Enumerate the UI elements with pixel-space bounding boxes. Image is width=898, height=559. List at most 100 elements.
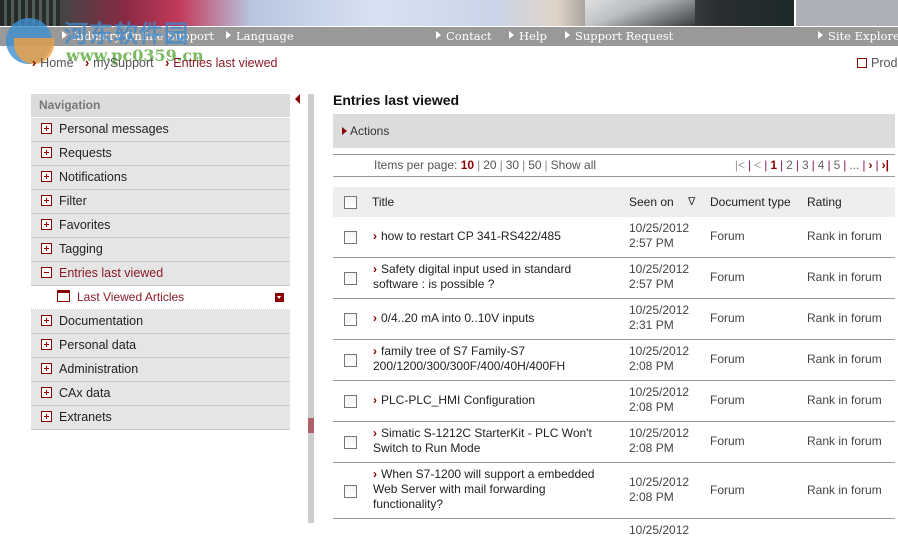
items-per-page-10[interactable]: 10 [461,158,474,172]
sidebar-item-tagging[interactable]: Tagging [31,238,290,262]
actions-label: Actions [350,124,390,138]
table-row: › family tree of S7 Family-S7 200/1200/30… [333,340,895,381]
nav-language[interactable]: Language [226,29,294,43]
page-4[interactable]: 4 [818,158,825,172]
nav-support-request[interactable]: Support Request [565,29,673,43]
sidebar-item-entries-last-viewed[interactable]: Entries last viewed [31,262,290,286]
items-per-page-30[interactable]: 30 [506,158,519,172]
sidebar-item-label: Extranets [59,410,112,424]
nav-help[interactable]: Help [509,29,547,43]
expand-plus-icon [41,315,52,326]
sidebar-item-extranets[interactable]: Extranets [31,406,290,430]
row-rating[interactable]: Rank in forum [807,483,882,497]
page-5[interactable]: 5 [834,158,841,172]
banner-laptop-image [585,0,695,26]
sidebar-item-favorites[interactable]: Favorites [31,214,290,238]
sidebar-item-cax-data[interactable]: CAx data [31,382,290,406]
expand-plus-icon [41,219,52,230]
sort-descending-icon[interactable]: ∇ [688,187,695,217]
sidebar-subitem-last-viewed-articles[interactable]: Last Viewed Articles [31,286,290,310]
column-title[interactable]: Title [372,187,394,217]
pager-bar: Items per page: 10 | 20 | 30 | 50 | Show all |< |… [333,154,895,177]
sidebar-item-personal-messages[interactable]: Personal messages [31,118,290,142]
table-row: › how to restart CP 341-RS422/485 10/25/20… [333,217,895,258]
page-1[interactable]: 1 [770,158,777,172]
breadcrumb-current: › Entries last viewed [165,56,277,70]
breadcrumb-label: Home [40,56,74,70]
page-more[interactable]: ... [849,158,859,172]
triangle-right-icon [226,31,231,39]
row-checkbox[interactable] [344,485,357,498]
column-rating[interactable]: Rating [807,187,842,217]
page-3[interactable]: 3 [802,158,809,172]
row-rating[interactable]: Rank in forum [807,270,882,284]
nav-label: Help [519,29,547,43]
vertical-scrollbar[interactable] [308,94,314,523]
items-per-page-50[interactable]: 50 [528,158,541,172]
row-time: 2:08 PM [629,441,674,455]
prev-page-icon[interactable]: < [754,158,761,172]
row-seen-on: 10/25/2012 2:08 PM [629,475,689,505]
actions-toggle[interactable]: Actions [333,114,895,148]
row-checkbox[interactable] [344,231,357,244]
chevron-right-icon: › [373,262,377,276]
row-document-type: Forum [710,311,745,325]
row-time: 2:57 PM [629,277,674,291]
sidebar-item-notifications[interactable]: Notifications [31,166,290,190]
nav-contact[interactable]: Contact [436,29,492,43]
page-2[interactable]: 2 [786,158,793,172]
last-page-icon[interactable]: ›| [882,158,889,172]
sidebar-item-personal-data[interactable]: Personal data [31,334,290,358]
row-checkbox[interactable] [344,313,357,326]
collapse-sidebar-icon[interactable] [295,94,300,104]
row-checkbox[interactable] [344,272,357,285]
scrollbar-thumb[interactable] [308,418,314,433]
sidebar-item-label: Administration [59,362,139,376]
sidebar-heading: Navigation [31,94,290,118]
breadcrumb-mysupport[interactable]: › mySupport [85,56,154,70]
row-title-link[interactable]: › 0/4..20 mA into 0..10V inputs [373,311,618,326]
sidebar-item-filter[interactable]: Filter [31,190,290,214]
column-document-type[interactable]: Document type [710,187,791,217]
chevron-right-icon: › [373,229,377,243]
first-page-icon[interactable]: |< [735,158,745,172]
next-page-icon[interactable]: › [869,158,873,172]
row-checkbox[interactable] [344,354,357,367]
nav-industry-online-support[interactable]: Industry Online Support [62,29,214,43]
sidebar-item-documentation[interactable]: Documentation [31,310,290,334]
row-rating[interactable]: Rank in forum [807,393,882,407]
column-seen-on[interactable]: Seen on [629,187,674,217]
chevron-right-icon: › [32,56,37,70]
expand-plus-icon [41,171,52,182]
dropdown-menu-icon[interactable] [275,293,284,302]
row-title-link[interactable]: › family tree of S7 Family-S7 200/1200/30… [373,344,618,374]
collapse-minus-icon [41,267,52,278]
sidebar-item-requests[interactable]: Requests [31,142,290,166]
row-seen-on: 10/25/2012 2:08 PM [629,344,689,374]
row-title-link[interactable]: › how to restart CP 341-RS422/485 [373,229,618,244]
items-per-page-20[interactable]: 20 [483,158,496,172]
nav-site-explorer[interactable]: Site Explorer [818,29,898,43]
row-date: 10/25/2012 [629,385,690,399]
breadcrumb-home[interactable]: › Home [32,56,74,70]
top-navigation-bar: Industry Online Support Language Contact… [0,27,898,46]
row-title-link[interactable]: › Simatic S-1212C StarterKit - PLC Won't … [373,426,618,456]
triangle-right-icon [342,127,347,135]
row-document-type: Forum [710,270,745,284]
row-rating[interactable]: Rank in forum [807,434,882,448]
select-all-checkbox[interactable] [344,196,357,209]
sidebar-item-administration[interactable]: Administration [31,358,290,382]
row-title-link[interactable]: › PLC-PLC_HMI Configuration [373,393,618,408]
items-per-page-label: Items per page: [374,158,458,172]
items-per-page-show-all[interactable]: Show all [551,158,596,172]
product-link[interactable]: Produ [857,56,898,70]
chevron-right-icon: › [373,393,377,407]
row-rating[interactable]: Rank in forum [807,229,882,243]
expand-plus-icon [41,243,52,254]
row-rating[interactable]: Rank in forum [807,311,882,325]
row-checkbox[interactable] [344,436,357,449]
row-title-link[interactable]: › When S7-1200 will support a embedded We… [373,467,618,512]
row-title-link[interactable]: › Safety digital input used in standard s… [373,262,618,292]
row-rating[interactable]: Rank in forum [807,352,882,366]
row-checkbox[interactable] [344,395,357,408]
